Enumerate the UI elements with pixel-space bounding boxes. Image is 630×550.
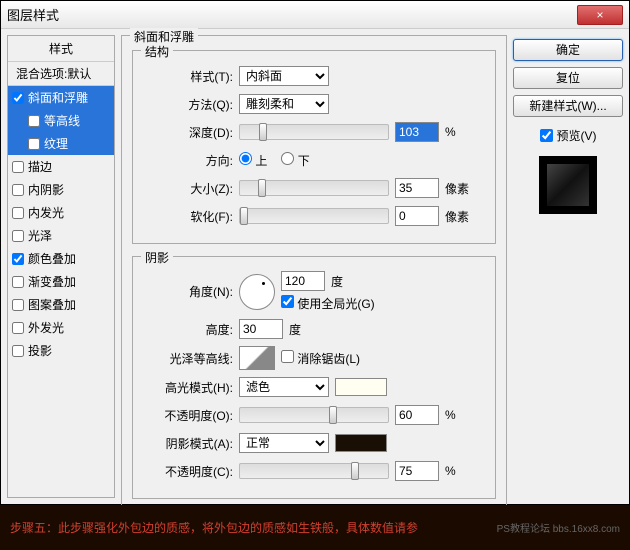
new-style-button[interactable]: 新建样式(W)... (513, 95, 623, 117)
style-item-checkbox[interactable] (12, 253, 24, 265)
style-item[interactable]: 外发光 (8, 316, 114, 339)
gloss-label: 光泽等高线: (143, 350, 233, 367)
depth-label: 深度(D): (143, 124, 233, 141)
style-item-label: 斜面和浮雕 (28, 89, 88, 106)
style-item[interactable]: 内发光 (8, 201, 114, 224)
blend-options-row[interactable]: 混合选项:默认 (8, 62, 114, 86)
style-item-label: 内阴影 (28, 181, 64, 198)
titlebar: 图层样式 × (1, 1, 629, 29)
angle-input[interactable] (281, 271, 325, 291)
style-item-checkbox[interactable] (28, 138, 40, 150)
structure-group: 结构 样式(T): 内斜面 方法(Q): 雕刻柔和 深度(D): % (132, 50, 496, 244)
style-item[interactable]: 等高线 (8, 109, 114, 132)
technique-label: 方法(Q): (143, 96, 233, 113)
style-item[interactable]: 斜面和浮雕 (8, 86, 114, 109)
style-item[interactable]: 纹理 (8, 132, 114, 155)
size-label: 大小(Z): (143, 180, 233, 197)
style-item[interactable]: 光泽 (8, 224, 114, 247)
soften-label: 软化(F): (143, 208, 233, 225)
style-item-checkbox[interactable] (28, 115, 40, 127)
style-item-label: 投影 (28, 342, 52, 359)
hilite-mode-select[interactable]: 滤色 (239, 377, 329, 397)
style-label: 样式(T): (143, 68, 233, 85)
depth-input[interactable] (395, 122, 439, 142)
shading-group: 阴影 角度(N): 度 使用全局光(G) 高度: (132, 256, 496, 499)
altitude-input[interactable] (239, 319, 283, 339)
style-item-label: 渐变叠加 (28, 273, 76, 290)
settings-panel: 斜面和浮雕 结构 样式(T): 内斜面 方法(Q): 雕刻柔和 深度(D): (121, 35, 507, 498)
shadow-color-swatch[interactable] (335, 434, 387, 452)
shadow-opacity-input[interactable] (395, 461, 439, 481)
style-item-checkbox[interactable] (12, 230, 24, 242)
style-item-label: 光泽 (28, 227, 52, 244)
style-item-checkbox[interactable] (12, 276, 24, 288)
style-item-checkbox[interactable] (12, 161, 24, 173)
style-item-checkbox[interactable] (12, 184, 24, 196)
style-item-label: 图案叠加 (28, 296, 76, 313)
soften-slider[interactable] (239, 208, 389, 224)
tutorial-caption: 步骤五：此步骤强化外包边的质感，将外包边的质感如生铁般，具体数值请参 PS教程论… (0, 505, 630, 550)
style-item-checkbox[interactable] (12, 322, 24, 334)
style-item-label: 描边 (28, 158, 52, 175)
hilite-opacity-label: 不透明度(O): (143, 407, 233, 424)
style-item-label: 纹理 (44, 135, 68, 152)
preview-thumbnail (539, 156, 597, 214)
altitude-label: 高度: (143, 321, 233, 338)
bevel-group: 斜面和浮雕 结构 样式(T): 内斜面 方法(Q): 雕刻柔和 深度(D): (121, 35, 507, 541)
style-item[interactable]: 内阴影 (8, 178, 114, 201)
style-item-label: 外发光 (28, 319, 64, 336)
style-item-label: 颜色叠加 (28, 250, 76, 267)
shadow-mode-label: 阴影模式(A): (143, 435, 233, 452)
angle-dial[interactable] (239, 274, 275, 310)
soften-input[interactable] (395, 206, 439, 226)
dialog-title: 图层样式 (7, 5, 577, 24)
style-item[interactable]: 投影 (8, 339, 114, 362)
style-item-label: 等高线 (44, 112, 80, 129)
angle-label: 角度(N): (143, 283, 233, 300)
style-item-checkbox[interactable] (12, 92, 24, 104)
size-slider[interactable] (239, 180, 389, 196)
hilite-mode-label: 高光模式(H): (143, 379, 233, 396)
style-item-checkbox[interactable] (12, 207, 24, 219)
hilite-color-swatch[interactable] (335, 378, 387, 396)
style-item[interactable]: 图案叠加 (8, 293, 114, 316)
technique-select[interactable]: 雕刻柔和 (239, 94, 329, 114)
preview-label: 预览(V) (557, 127, 597, 144)
style-item-checkbox[interactable] (12, 345, 24, 357)
dir-down-radio[interactable]: 下 (281, 152, 309, 169)
shadow-opacity-slider[interactable] (239, 463, 389, 479)
depth-slider[interactable] (239, 124, 389, 140)
style-item[interactable]: 渐变叠加 (8, 270, 114, 293)
preview-checkbox[interactable] (540, 129, 553, 142)
shadow-opacity-label: 不透明度(C): (143, 463, 233, 480)
hilite-opacity-input[interactable] (395, 405, 439, 425)
style-item[interactable]: 颜色叠加 (8, 247, 114, 270)
size-input[interactable] (395, 178, 439, 198)
close-button[interactable]: × (577, 5, 623, 25)
global-light-checkbox[interactable]: 使用全局光(G) (281, 295, 375, 312)
action-panel: 确定 复位 新建样式(W)... 预览(V) (513, 35, 623, 498)
antialias-checkbox[interactable]: 消除锯齿(L) (281, 350, 360, 367)
shadow-mode-select[interactable]: 正常 (239, 433, 329, 453)
ok-button[interactable]: 确定 (513, 39, 623, 61)
layer-style-dialog: 图层样式 × 样式 混合选项:默认 斜面和浮雕等高线纹理描边内阴影内发光光泽颜色… (0, 0, 630, 505)
styles-list-panel: 样式 混合选项:默认 斜面和浮雕等高线纹理描边内阴影内发光光泽颜色叠加渐变叠加图… (7, 35, 115, 498)
style-item-label: 内发光 (28, 204, 64, 221)
direction-label: 方向: (143, 152, 233, 169)
styles-header: 样式 (8, 36, 114, 62)
style-item-checkbox[interactable] (12, 299, 24, 311)
dir-up-radio[interactable]: 上 (239, 152, 267, 169)
gloss-contour-picker[interactable] (239, 346, 275, 370)
style-select[interactable]: 内斜面 (239, 66, 329, 86)
style-item[interactable]: 描边 (8, 155, 114, 178)
reset-button[interactable]: 复位 (513, 67, 623, 89)
hilite-opacity-slider[interactable] (239, 407, 389, 423)
